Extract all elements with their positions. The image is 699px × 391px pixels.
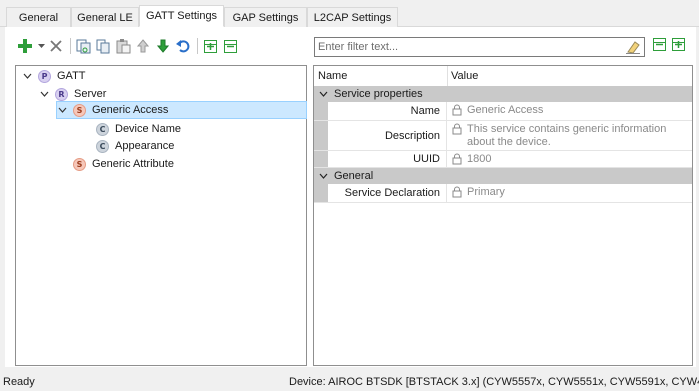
tree-item-label: Generic Attribute	[92, 158, 174, 170]
tree-item-generic-attribute[interactable]: S Generic Attribute	[73, 155, 174, 173]
tree-item-appearance[interactable]: C Appearance	[96, 137, 174, 155]
property-value: 1800	[448, 151, 692, 167]
property-row-uuid[interactable]: UUID 1800	[314, 151, 692, 168]
tree-item-device-name[interactable]: C Device Name	[96, 120, 181, 138]
chevron-down-icon[interactable]	[22, 71, 32, 81]
tab-strip: General General LE GATT Settings GAP Set…	[0, 0, 699, 27]
tab-gatt-settings[interactable]: GATT Settings	[139, 5, 224, 27]
add-icon[interactable]	[17, 37, 33, 55]
gatt-tree[interactable]: P GATT R Server S Generic Access C Devic…	[15, 65, 307, 366]
delete-icon[interactable]	[48, 37, 64, 55]
device-info: Device: AIROC BTSDK [BTSTACK 3.x] (CYW55…	[289, 376, 699, 388]
chevron-down-icon[interactable]	[319, 91, 328, 97]
category-label: Service properties	[334, 88, 423, 100]
grid-toolbar	[653, 38, 685, 54]
property-value: Primary	[448, 184, 692, 202]
characteristic-icon: C	[96, 122, 109, 136]
toolbar-separator	[70, 38, 71, 54]
copy-icon[interactable]	[95, 37, 111, 55]
expand-categories-icon[interactable]	[672, 38, 685, 54]
column-divider[interactable]	[447, 66, 448, 86]
filter-box	[314, 37, 645, 57]
collapse-categories-icon[interactable]	[653, 38, 666, 54]
category-label: General	[334, 170, 374, 182]
property-row-description[interactable]: Description This service contains generi…	[314, 121, 692, 151]
move-down-icon[interactable]	[155, 37, 171, 55]
filter-input[interactable]	[318, 41, 608, 53]
clear-filter-icon[interactable]	[626, 40, 640, 57]
tab-gap-settings[interactable]: GAP Settings	[224, 7, 307, 27]
status-text: Ready	[3, 376, 35, 388]
property-name: Description	[314, 121, 447, 150]
grid-header: Name Value	[314, 66, 692, 86]
chevron-down-icon[interactable]	[319, 173, 328, 179]
property-name: Name	[314, 102, 447, 120]
tree-toolbar	[17, 36, 242, 56]
category-service-properties[interactable]: Service properties	[314, 86, 692, 102]
collapse-all-icon[interactable]	[222, 37, 238, 55]
role-icon: R	[55, 87, 68, 101]
service-icon: S	[73, 103, 86, 117]
chevron-down-icon[interactable]	[39, 89, 49, 99]
tree-item-label: Server	[74, 88, 107, 100]
toolbar-separator	[197, 38, 198, 54]
tab-general-le[interactable]: General LE	[71, 7, 139, 27]
expand-all-icon[interactable]	[202, 37, 218, 55]
lock-icon	[452, 104, 462, 120]
property-name: UUID	[314, 151, 447, 167]
move-up-icon[interactable]	[135, 37, 151, 55]
column-header-value[interactable]: Value	[451, 70, 478, 82]
add-dropdown-icon[interactable]	[37, 37, 45, 55]
property-value: Generic Access	[448, 102, 692, 120]
tree-item-label: GATT	[57, 70, 86, 82]
lock-icon	[452, 153, 462, 169]
property-value: This service contains generic informatio…	[448, 121, 692, 150]
service-icon: S	[73, 157, 86, 171]
property-name: Service Declaration	[314, 184, 447, 202]
lock-icon	[452, 123, 462, 139]
status-bar: Ready Device: AIROC BTSDK [BTSTACK 3.x] …	[0, 372, 699, 391]
property-row-service-declaration[interactable]: Service Declaration Primary	[314, 184, 692, 203]
property-row-name[interactable]: Name Generic Access	[314, 102, 692, 121]
chevron-down-icon[interactable]	[57, 105, 67, 115]
category-general[interactable]: General	[314, 168, 692, 184]
undo-icon[interactable]	[175, 37, 191, 55]
lock-icon	[452, 186, 462, 202]
paste-icon[interactable]	[115, 37, 131, 55]
tab-l2cap-settings[interactable]: L2CAP Settings	[307, 7, 398, 27]
tree-item-label: Device Name	[115, 123, 182, 135]
characteristic-icon: C	[96, 139, 109, 153]
column-header-name[interactable]: Name	[318, 70, 347, 82]
tree-item-generic-access[interactable]: S Generic Access	[56, 101, 307, 119]
tree-item-label: Generic Access	[92, 104, 169, 116]
tab-general[interactable]: General	[6, 7, 71, 27]
property-grid[interactable]: Name Value Service properties Name Gener…	[313, 65, 693, 366]
profile-icon: P	[38, 69, 51, 83]
tree-item-gatt[interactable]: P GATT	[22, 67, 86, 85]
cut-icon[interactable]	[75, 37, 91, 55]
tree-item-label: Appearance	[115, 140, 175, 152]
